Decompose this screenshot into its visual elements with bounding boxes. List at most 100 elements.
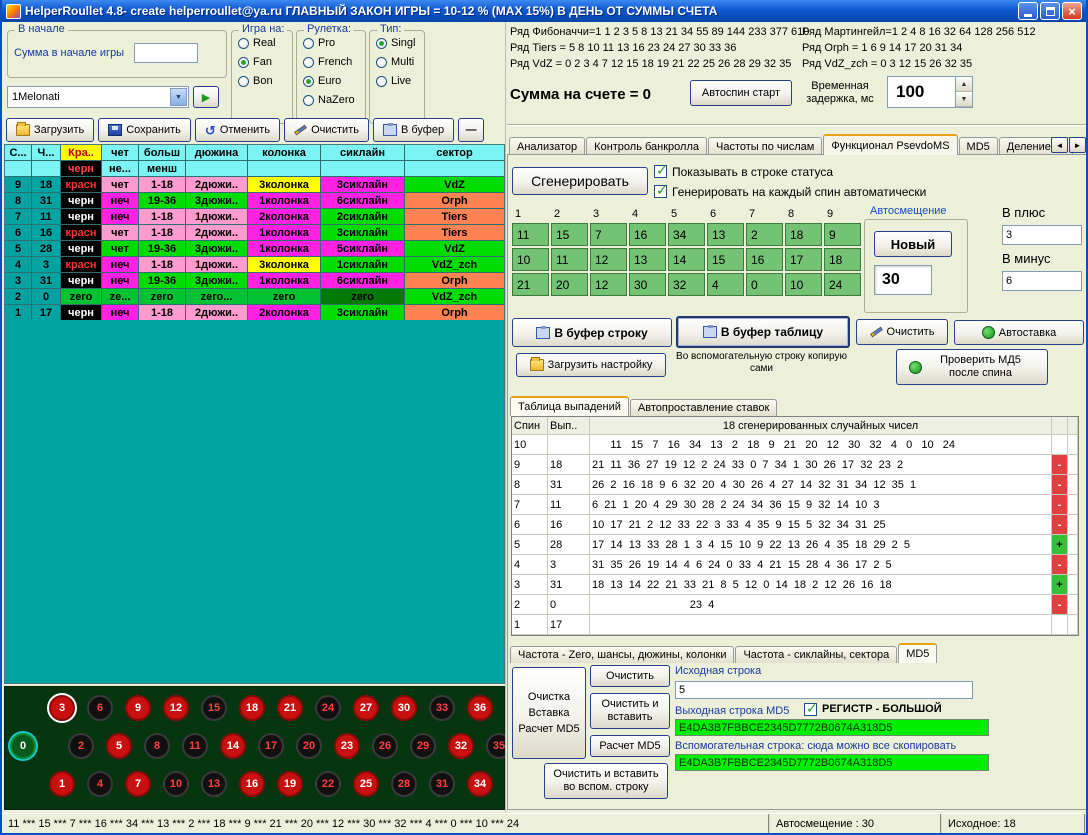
- radio-game-fan[interactable]: Fan: [238, 55, 292, 69]
- md5-clear-paste-aux-button[interactable]: Очистить и вставить во вспом. строку: [544, 763, 668, 799]
- board-number-5[interactable]: 5: [106, 733, 132, 759]
- history-cell: красн: [61, 257, 101, 272]
- save-button[interactable]: Сохранить: [98, 118, 191, 142]
- load-settings-button[interactable]: Загрузить настройку: [516, 353, 666, 377]
- autospin-start-button[interactable]: Автоспин старт: [690, 80, 792, 106]
- board-number-28[interactable]: 28: [391, 771, 417, 797]
- board-number-6[interactable]: 6: [87, 695, 113, 721]
- board-number-8[interactable]: 8: [144, 733, 170, 759]
- buffer-row-button[interactable]: В буфер строку: [512, 318, 672, 347]
- md5-clear-paste-button[interactable]: Очистить и вставить: [590, 693, 670, 729]
- board-number-30[interactable]: 30: [391, 695, 417, 721]
- board-number-22[interactable]: 22: [315, 771, 341, 797]
- board-number-14[interactable]: 14: [220, 733, 246, 759]
- minus-input[interactable]: [1002, 271, 1082, 291]
- radio-roulette-nazero[interactable]: NaZero: [303, 93, 365, 107]
- tab-0[interactable]: Анализатор: [509, 137, 585, 155]
- tab-scroll-left-button[interactable]: ◄: [1051, 137, 1068, 153]
- md5-clear-button[interactable]: Очистить: [590, 665, 670, 687]
- board-number-12[interactable]: 12: [163, 695, 189, 721]
- tab-0[interactable]: Таблица выпадений: [510, 396, 629, 416]
- radio-roulette-french[interactable]: French: [303, 55, 365, 69]
- autobet-button[interactable]: Автоставка: [954, 320, 1084, 345]
- delay-spinner[interactable]: 100 ▲ ▼: [887, 76, 973, 108]
- board-number-15[interactable]: 15: [201, 695, 227, 721]
- board-number-7[interactable]: 7: [125, 771, 151, 797]
- spin-up-button[interactable]: ▲: [956, 77, 972, 92]
- check-md5-button[interactable]: Проверить МД5 после спина: [896, 349, 1048, 385]
- board-number-36[interactable]: 36: [467, 695, 493, 721]
- new-button[interactable]: Новый: [874, 231, 952, 257]
- board-number-23[interactable]: 23: [334, 733, 360, 759]
- md5-multi-button[interactable]: Очистка Вставка Расчет MD5: [512, 667, 586, 759]
- floppy-icon: [108, 124, 122, 136]
- board-number-4[interactable]: 4: [87, 771, 113, 797]
- tab-4[interactable]: MD5: [959, 137, 998, 155]
- radio-type-singl[interactable]: Singl: [376, 36, 424, 50]
- board-number-1[interactable]: 1: [49, 771, 75, 797]
- app-icon: [6, 4, 21, 19]
- load-button[interactable]: Загрузить: [6, 118, 94, 142]
- tab-3[interactable]: Функционал PsevdoMS: [823, 134, 957, 155]
- radio-roulette-euro[interactable]: Euro: [303, 74, 365, 88]
- board-number-32[interactable]: 32: [448, 733, 474, 759]
- maximize-button[interactable]: [1040, 2, 1060, 20]
- board-number-9[interactable]: 9: [125, 695, 151, 721]
- checkbox-show-in-status[interactable]: ✓ Показывать в строке статуса: [654, 165, 833, 179]
- chevron-down-icon[interactable]: ▼: [170, 88, 187, 106]
- md5-source-input[interactable]: [675, 681, 973, 699]
- plus-input[interactable]: [1002, 225, 1082, 245]
- board-number-27[interactable]: 27: [353, 695, 379, 721]
- board-number-18[interactable]: 18: [239, 695, 265, 721]
- board-number-26[interactable]: 26: [372, 733, 398, 759]
- checkbox-generate-each-spin[interactable]: ✓ Генерировать на каждый спин автоматиче…: [654, 185, 926, 199]
- checkbox-uppercase-register[interactable]: ✓ РЕГИСТР - БОЛЬШОЙ: [804, 703, 942, 716]
- close-button[interactable]: ×: [1062, 2, 1082, 20]
- board-number-2[interactable]: 2: [68, 733, 94, 759]
- board-number-24[interactable]: 24: [315, 695, 341, 721]
- radio-game-bon[interactable]: Bon: [238, 74, 292, 88]
- generate-button[interactable]: Сгенерировать: [512, 167, 648, 195]
- tab-1[interactable]: Автопроставление ставок: [630, 399, 777, 416]
- board-number-25[interactable]: 25: [353, 771, 379, 797]
- tab-0[interactable]: Частота - Zero, шансы, дюжины, колонки: [510, 646, 734, 663]
- history-cell: 2дюжи..: [186, 177, 247, 192]
- tab-1[interactable]: Частота - сиклайны, сектора: [735, 646, 897, 663]
- radio-game-real[interactable]: Real: [238, 36, 292, 50]
- board-number-17[interactable]: 17: [258, 733, 284, 759]
- buffer-button[interactable]: В буфер: [373, 118, 454, 142]
- board-number-29[interactable]: 29: [410, 733, 436, 759]
- tab-1[interactable]: Контроль банкролла: [586, 137, 707, 155]
- md5-calc-button[interactable]: Расчет MD5: [590, 735, 670, 757]
- board-number-20[interactable]: 20: [296, 733, 322, 759]
- play-button[interactable]: ▶: [193, 86, 219, 108]
- board-number-16[interactable]: 16: [239, 771, 265, 797]
- autoshift-value[interactable]: 30: [874, 265, 932, 295]
- board-number-10[interactable]: 10: [163, 771, 189, 797]
- start-sum-input[interactable]: [134, 43, 198, 63]
- tab-2[interactable]: MD5: [898, 643, 937, 663]
- minimize-button[interactable]: [1018, 2, 1038, 20]
- board-number-33[interactable]: 33: [429, 695, 455, 721]
- collapse-button[interactable]: —: [458, 118, 484, 142]
- board-number-21[interactable]: 21: [277, 695, 303, 721]
- history-cell: 11: [32, 209, 60, 224]
- undo-button[interactable]: ↺Отменить: [195, 118, 280, 142]
- buffer-table-button[interactable]: В буфер таблицу: [676, 316, 850, 348]
- radio-roulette-pro[interactable]: Pro: [303, 36, 365, 50]
- tab-scroll-right-button[interactable]: ►: [1069, 137, 1086, 153]
- tab-2[interactable]: Частоты по числам: [708, 137, 822, 155]
- board-number-19[interactable]: 19: [277, 771, 303, 797]
- radio-type-live[interactable]: Live: [376, 74, 424, 88]
- profile-select[interactable]: 1Melonati ▼: [7, 86, 189, 108]
- clear-button[interactable]: Очистить: [284, 118, 369, 142]
- board-number-13[interactable]: 13: [201, 771, 227, 797]
- clear-button[interactable]: Очистить: [856, 319, 948, 345]
- spin-down-button[interactable]: ▼: [956, 92, 972, 107]
- board-number-3[interactable]: 3: [49, 695, 75, 721]
- board-number-34[interactable]: 34: [467, 771, 493, 797]
- board-number-11[interactable]: 11: [182, 733, 208, 759]
- radio-type-multi[interactable]: Multi: [376, 55, 424, 69]
- board-number-0[interactable]: 0: [10, 733, 36, 759]
- board-number-31[interactable]: 31: [429, 771, 455, 797]
